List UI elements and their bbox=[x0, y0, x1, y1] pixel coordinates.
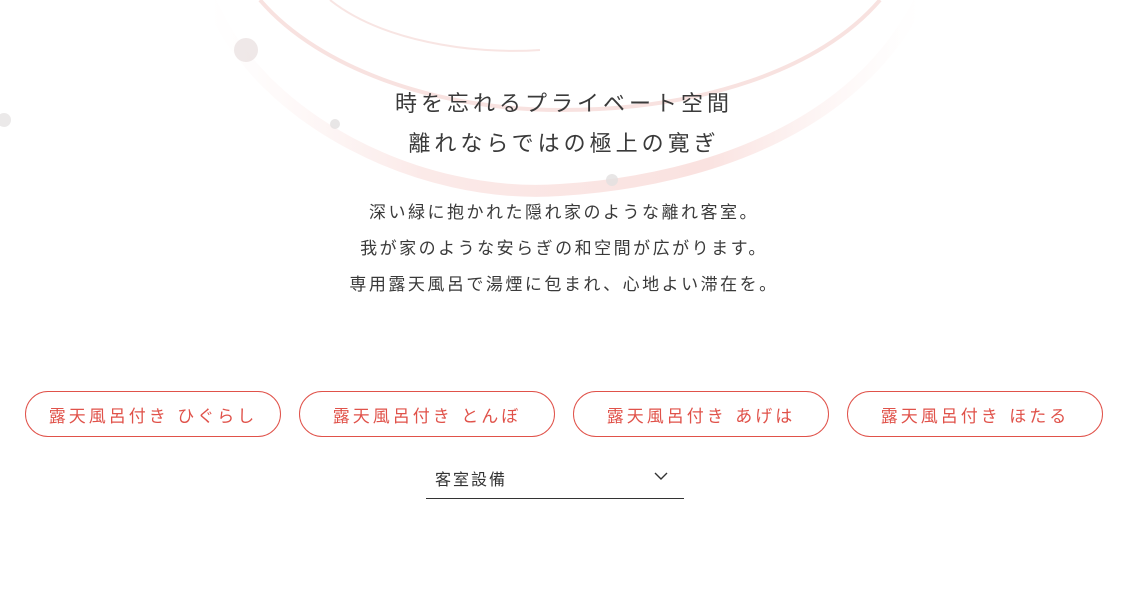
room-button-hotaru[interactable]: 露天風呂付き ほたる bbox=[847, 391, 1103, 437]
chevron-down-icon bbox=[654, 472, 668, 480]
decor-dot bbox=[606, 174, 618, 186]
heading-line-2: 離れならではの極上の寛ぎ bbox=[408, 132, 720, 157]
room-button-ageha[interactable]: 露天風呂付き あげは bbox=[573, 391, 829, 437]
description-line-1: 深い緑に抱かれた隠れ家のような離れ客室。 bbox=[369, 203, 759, 223]
heading-line-1: 時を忘れるプライベート空間 bbox=[394, 92, 733, 117]
page: 時を忘れるプライベート空間 離れならではの極上の寛ぎ 深い緑に抱かれた隠れ家のよ… bbox=[0, 0, 1128, 597]
description-line-2: 我が家のような安らぎの和空間が広がります。 bbox=[360, 239, 768, 259]
swirl-arc-inner bbox=[329, 0, 541, 52]
amenities-dropdown-label: 客室設備 bbox=[435, 470, 508, 489]
amenities-dropdown[interactable]: 客室設備 bbox=[426, 457, 684, 499]
description-line-3: 専用露天風呂で湯煙に包まれ、心地よい滞在を。 bbox=[349, 275, 779, 295]
room-button-higurashi[interactable]: 露天風呂付き ひぐらし bbox=[25, 391, 281, 437]
room-button-tonbo[interactable]: 露天風呂付き とんぼ bbox=[299, 391, 555, 437]
decor-dot bbox=[234, 38, 258, 62]
